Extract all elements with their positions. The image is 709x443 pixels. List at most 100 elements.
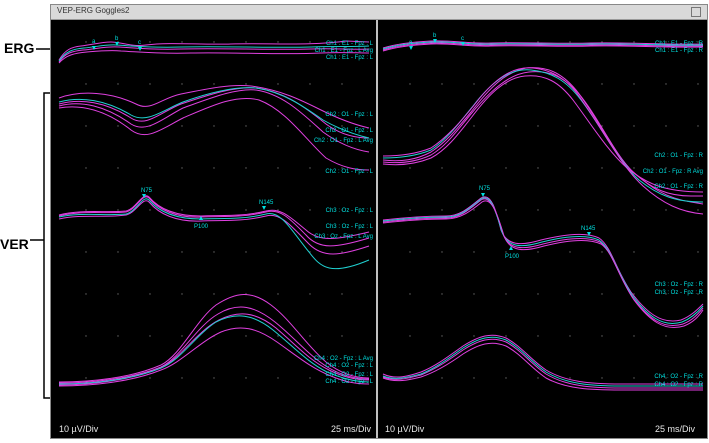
grid-dot xyxy=(569,41,571,43)
grid-dot xyxy=(149,41,151,43)
grid-dot xyxy=(537,293,539,295)
grid-dot xyxy=(149,167,151,169)
grid-dot xyxy=(85,41,87,43)
right-peak-a-marker xyxy=(409,46,413,50)
grid-dot xyxy=(117,209,119,211)
grid-dot xyxy=(633,335,635,337)
grid-dot xyxy=(633,167,635,169)
grid-dot xyxy=(537,209,539,211)
grid-dot xyxy=(245,209,247,211)
waveform-svg: a b c Ch1 : E1 - Fpz : L Ch1 : E1 - Fpz … xyxy=(58,20,704,438)
grid-dot xyxy=(85,251,87,253)
left-erg-peak-b: b xyxy=(115,36,119,42)
grid-dot xyxy=(537,251,539,253)
grid-dots xyxy=(85,41,699,379)
grid-dot xyxy=(441,293,443,295)
grid-dot xyxy=(181,167,183,169)
left-ch4-label: Ch4 : O2 - Fpz : L xyxy=(325,363,373,369)
left-ch1-label: Ch1 : E1 - Fpz : L Avg xyxy=(315,48,373,54)
left-ch2-label: Ch2 : O1 - Fpz : L xyxy=(325,112,373,118)
grid-dot xyxy=(473,293,475,295)
grid-dot xyxy=(473,125,475,127)
grid-dot xyxy=(697,83,699,85)
grid-dot xyxy=(697,251,699,253)
grid-dot xyxy=(633,251,635,253)
grid-dot xyxy=(341,251,343,253)
grid-dot xyxy=(117,293,119,295)
grid-dot xyxy=(633,209,635,211)
grid-dot xyxy=(341,83,343,85)
grid-dot xyxy=(309,167,311,169)
grid-dot xyxy=(697,335,699,337)
grid-dot xyxy=(309,335,311,337)
ver-annotation: VER xyxy=(0,236,29,252)
left-ch4-label: Ch4 : O2 - Fpz : L xyxy=(325,379,373,385)
grid-dot xyxy=(181,209,183,211)
grid-dot xyxy=(473,377,475,379)
grid-dot xyxy=(277,377,279,379)
left-ch3-label: Ch3 : Oz - Fpz : L xyxy=(326,208,374,214)
grid-dot xyxy=(149,293,151,295)
right-ch4-label: Ch4 : O2 - Fpz : R xyxy=(654,374,703,380)
grid-dot xyxy=(117,167,119,169)
grid-dot xyxy=(537,83,539,85)
left-amplitude-scale: 10 µV/Div xyxy=(59,424,99,434)
grid-dot xyxy=(149,335,151,337)
grid-dot xyxy=(309,83,311,85)
grid-dot xyxy=(341,293,343,295)
window-titlebar[interactable]: VEP-ERG Goggles2 xyxy=(51,5,707,20)
left-ch2-traces xyxy=(58,85,370,171)
grid-dot xyxy=(277,293,279,295)
right-peak-p100: P100 xyxy=(505,254,520,260)
grid-dot xyxy=(601,83,603,85)
grid-dot xyxy=(505,83,507,85)
grid-dot xyxy=(665,83,667,85)
grid-dot xyxy=(181,83,183,85)
grid-dot xyxy=(409,251,411,253)
right-peak-n145: N145 xyxy=(581,226,596,232)
grid-dot xyxy=(505,251,507,253)
right-ch3-label: Ch3 : Oz - Fpz : R xyxy=(655,282,704,288)
right-ch4-channel-labels: Ch4 : O2 - Fpz : R Ch4 : O2 - Fpz : R xyxy=(654,374,703,388)
right-ch3-peak-markers: N75 P100 N145 xyxy=(479,186,596,260)
right-erg-peak-c: c xyxy=(461,36,464,42)
grid-dot xyxy=(309,377,311,379)
grid-dot xyxy=(505,167,507,169)
grid-dot xyxy=(633,125,635,127)
grid-dot xyxy=(181,41,183,43)
window-restore-icon[interactable] xyxy=(691,7,701,17)
left-peak-p100: P100 xyxy=(194,224,209,230)
grid-dot xyxy=(245,377,247,379)
grid-dot xyxy=(181,251,183,253)
grid-dot xyxy=(441,83,443,85)
right-ch3-traces xyxy=(382,196,704,328)
waveform-plot-area[interactable]: a b c Ch1 : E1 - Fpz : L Ch1 : E1 - Fpz … xyxy=(51,20,707,438)
right-ch2-label: Ch2 : O1 - Fpz : R xyxy=(654,153,703,159)
grid-dot xyxy=(505,209,507,211)
left-peak-n75: N75 xyxy=(141,188,153,194)
grid-dot xyxy=(633,83,635,85)
grid-dot xyxy=(569,335,571,337)
grid-dot xyxy=(117,335,119,337)
grid-dot xyxy=(473,209,475,211)
grid-dot xyxy=(409,335,411,337)
grid-dot xyxy=(85,293,87,295)
grid-dot xyxy=(85,335,87,337)
grid-dot xyxy=(245,335,247,337)
left-ch2-label: Ch2 : O1 - Fpz : L Avg xyxy=(314,138,373,144)
grid-dot xyxy=(601,335,603,337)
grid-dot xyxy=(213,167,215,169)
grid-dot xyxy=(277,125,279,127)
grid-dot xyxy=(181,335,183,337)
left-ch4-label: Ch4 : O2 - Fpz : L Avg xyxy=(314,356,373,362)
grid-dot xyxy=(85,83,87,85)
grid-dot xyxy=(309,209,311,211)
vep-erg-window: VEP-ERG Goggles2 a b c Ch1 : E1 - Fpz: … xyxy=(50,4,708,439)
grid-dot xyxy=(697,125,699,127)
right-erg-channel-labels: Ch1 : E1 - Fpz : R Ch1 : E1 - Fpz : R xyxy=(655,41,704,54)
grid-dot xyxy=(665,125,667,127)
grid-dot xyxy=(537,125,539,127)
grid-dot xyxy=(409,293,411,295)
grid-dot xyxy=(633,377,635,379)
grid-dot xyxy=(213,83,215,85)
